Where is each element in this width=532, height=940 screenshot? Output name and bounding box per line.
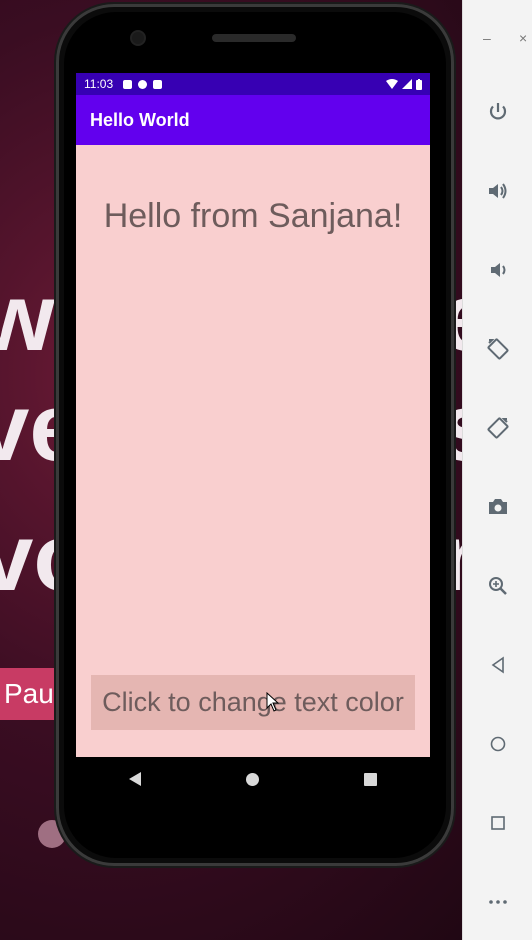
volume-down-icon <box>491 263 506 277</box>
signal-icon <box>402 79 412 89</box>
volume-down-button[interactable] <box>463 250 532 290</box>
screenshot-button[interactable] <box>463 487 532 527</box>
wallpaper-pill: Pau <box>0 668 62 720</box>
nav-home-icon[interactable] <box>245 772 259 786</box>
app-title: Hello World <box>90 109 190 130</box>
close-button[interactable]: × <box>519 30 527 46</box>
zoom-icon <box>489 577 507 595</box>
home-icon <box>490 736 506 752</box>
notification-play-icon <box>138 79 148 89</box>
status-bar: 11:03 <box>76 73 430 95</box>
change-color-button[interactable]: Click to change text color <box>91 675 415 730</box>
back-button[interactable] <box>463 645 532 685</box>
rotate-right-button[interactable] <box>463 408 532 448</box>
front-camera <box>132 32 144 44</box>
power-icon <box>489 103 507 120</box>
volume-up-button[interactable] <box>463 171 532 211</box>
more-icon <box>489 900 507 904</box>
wifi-icon <box>386 79 398 89</box>
home-button[interactable] <box>463 724 532 764</box>
earpiece-speaker <box>212 34 296 42</box>
power-button[interactable] <box>463 92 532 132</box>
android-nav-bar <box>76 757 430 801</box>
back-icon <box>491 656 504 674</box>
nav-back-icon[interactable] <box>128 772 141 786</box>
overview-icon <box>491 816 505 830</box>
status-time: 11:03 <box>84 77 114 91</box>
sd-card-icon <box>153 79 163 89</box>
app-bar: Hello World <box>76 95 430 145</box>
minimize-button[interactable]: – <box>483 30 491 46</box>
mouse-cursor-icon <box>266 692 280 712</box>
notification-a-icon <box>123 79 133 89</box>
rotate-left-button[interactable] <box>463 329 532 369</box>
nav-recents-icon[interactable] <box>364 772 378 786</box>
rotate-left-icon <box>487 338 509 360</box>
toolbar-window-controls: – × <box>463 0 532 80</box>
battery-icon <box>416 78 422 90</box>
device-screen: 11:03 Hello World Hello from Sanjana! Cl… <box>76 73 430 757</box>
volume-up-icon <box>489 183 507 199</box>
more-button[interactable] <box>463 882 532 922</box>
overview-button[interactable] <box>463 803 532 843</box>
greeting-text: Hello from Sanjana! <box>103 197 403 235</box>
emulator-toolbar: – × <box>462 0 532 940</box>
status-right-icons <box>386 78 422 90</box>
rotate-right-icon <box>487 417 509 439</box>
zoom-button[interactable] <box>463 566 532 606</box>
camera-icon <box>489 499 507 514</box>
